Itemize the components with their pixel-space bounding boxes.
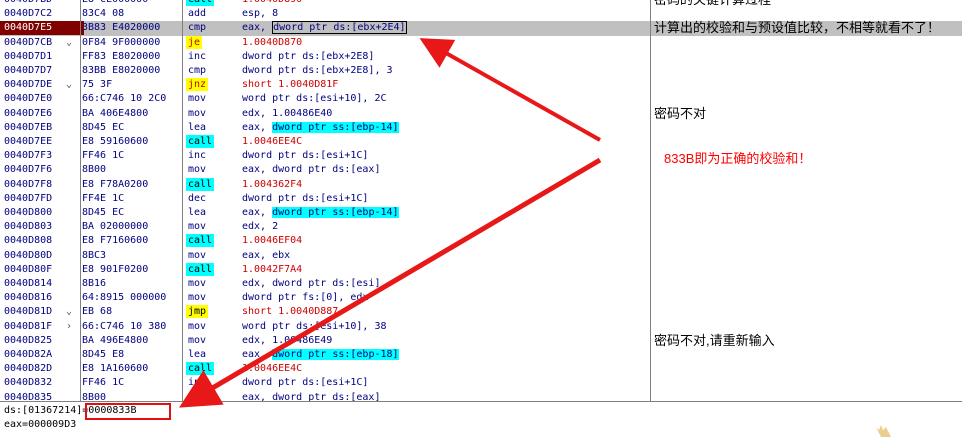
arrow-to-cmp — [419, 38, 601, 142]
arrow-to-value — [179, 157, 602, 408]
annotation-arrows — [179, 38, 602, 408]
watermark-logo-icon — [876, 425, 891, 437]
